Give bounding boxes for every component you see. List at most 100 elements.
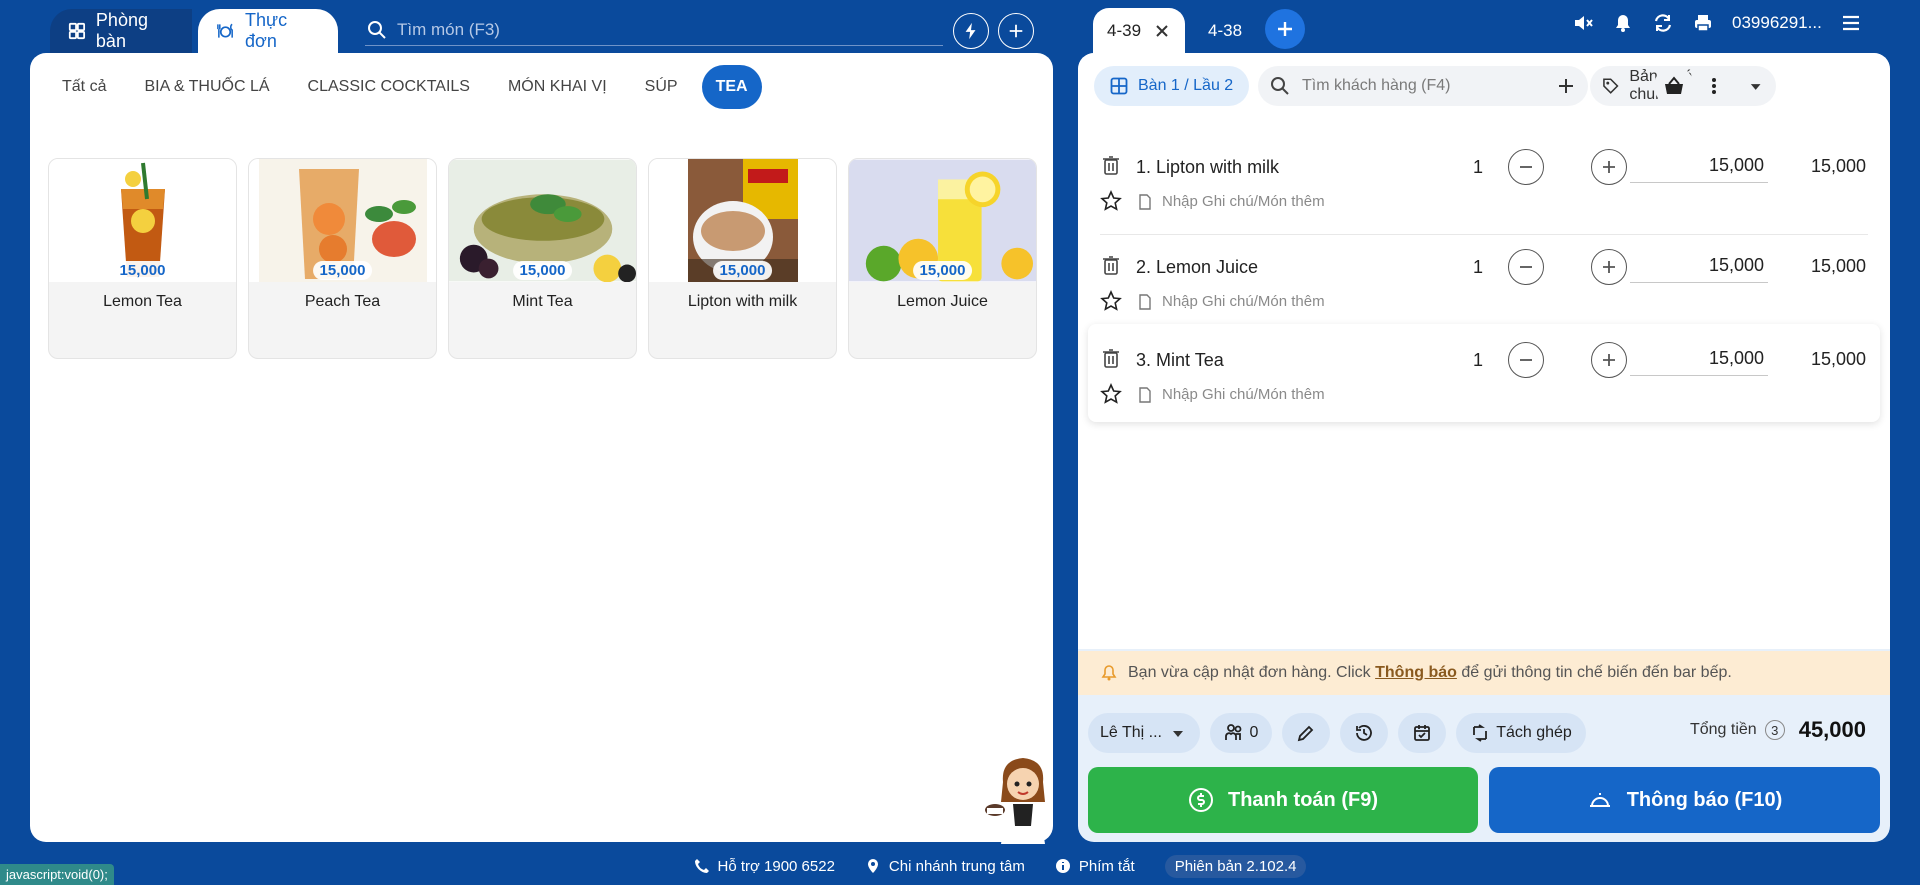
staff-dropdown[interactable]: Lê Thị ... bbox=[1088, 713, 1200, 753]
table-selector[interactable]: Bàn 1 / Lầu 2 bbox=[1094, 66, 1250, 106]
decrease-qty-button[interactable] bbox=[1508, 249, 1544, 285]
notice-link[interactable]: Thông báo bbox=[1375, 664, 1457, 681]
increase-qty-button[interactable] bbox=[1591, 149, 1627, 185]
line-item-name: 2. Lemon Juice bbox=[1136, 257, 1259, 277]
product-name: Lemon Juice bbox=[897, 293, 988, 310]
restaurant-icon bbox=[217, 23, 233, 38]
mute-icon[interactable] bbox=[1572, 12, 1594, 34]
note-input[interactable]: Nhập Ghi chú/Món thêm bbox=[1138, 293, 1325, 310]
guest-count: 0 bbox=[1249, 724, 1259, 741]
calendar-check-icon bbox=[1414, 725, 1430, 741]
customer-search-placeholder: Tìm khách hàng (F4) bbox=[1302, 77, 1451, 94]
add-item-button[interactable] bbox=[998, 13, 1034, 49]
tab-rooms[interactable]: Phòng bàn bbox=[50, 9, 192, 53]
category-soup[interactable]: SÚP bbox=[631, 65, 692, 109]
line-item-price-input[interactable]: 15,000 bbox=[1630, 255, 1768, 283]
support-label: Hỗ trợ 1900 6522 bbox=[717, 857, 835, 875]
line-item-price-input[interactable]: 15,000 bbox=[1630, 348, 1768, 376]
category-cocktails[interactable]: CLASSIC COCKTAILS bbox=[294, 65, 484, 109]
printer-icon[interactable] bbox=[1692, 12, 1714, 34]
menu-search-placeholder: Tìm món (F3) bbox=[397, 19, 500, 39]
edit-button[interactable] bbox=[1282, 713, 1330, 753]
account-phone[interactable]: 03996291... bbox=[1732, 13, 1822, 33]
trash-icon[interactable] bbox=[1102, 255, 1120, 275]
category-beer[interactable]: BIA & THUỐC LÁ bbox=[130, 65, 283, 109]
version-label: Phiên bản 2.102.4 bbox=[1174, 857, 1297, 875]
order-tab[interactable]: 4-38 bbox=[1194, 8, 1256, 54]
product-card[interactable]: 15,000 Lipton with milk bbox=[648, 158, 837, 359]
notify-kitchen-button[interactable]: Thông báo (F10) bbox=[1489, 767, 1880, 833]
product-name: Lemon Tea bbox=[103, 293, 182, 310]
customer-search-input[interactable]: Tìm khách hàng (F4) bbox=[1258, 66, 1588, 106]
notice-text: Bạn vừa cập nhật đơn hàng. Click Thông b… bbox=[1128, 664, 1732, 682]
note-placeholder: Nhập Ghi chú/Món thêm bbox=[1162, 293, 1325, 310]
refresh-icon[interactable] bbox=[1652, 12, 1674, 34]
caret-down-icon bbox=[1173, 731, 1183, 737]
star-icon[interactable] bbox=[1100, 290, 1122, 312]
pay-label: Thanh toán (F9) bbox=[1228, 788, 1378, 811]
product-price: 15,000 bbox=[512, 261, 573, 280]
increase-qty-button[interactable] bbox=[1591, 342, 1627, 378]
line-item-qty[interactable]: 1 bbox=[1463, 257, 1493, 278]
trash-icon[interactable] bbox=[1102, 155, 1120, 175]
product-name: Lipton with milk bbox=[687, 293, 798, 310]
plus-icon bbox=[1603, 354, 1615, 366]
product-card[interactable]: 15,000 Lemon Tea bbox=[48, 158, 237, 359]
category-appetizers[interactable]: MÓN KHAI VỊ bbox=[494, 65, 621, 109]
dollar-circle-icon bbox=[1189, 788, 1213, 812]
line-item-qty[interactable]: 1 bbox=[1463, 157, 1493, 178]
history-icon bbox=[1356, 725, 1372, 741]
order-line: 2. Lemon Juice Nhập Ghi chú/Món thêm 1 1… bbox=[1088, 237, 1880, 335]
hamburger-menu-icon[interactable] bbox=[1840, 12, 1862, 34]
product-card[interactable]: 15,000 Lemon Juice bbox=[848, 158, 1037, 359]
table-grid-icon bbox=[1110, 77, 1128, 95]
menu-search-input[interactable]: Tìm món (F3) bbox=[365, 14, 943, 46]
grid-icon bbox=[68, 22, 86, 40]
support-hotline[interactable]: Hỗ trợ 1900 6522 bbox=[694, 858, 835, 875]
star-icon[interactable] bbox=[1100, 190, 1122, 212]
line-item-total: 15,000 bbox=[1810, 156, 1866, 176]
category-tea[interactable]: TEA bbox=[701, 65, 762, 109]
line-item-name: 1. Lipton with milk bbox=[1136, 157, 1280, 177]
product-name: Mint Tea bbox=[512, 293, 573, 310]
product-card[interactable]: 15,000 Mint Tea bbox=[448, 158, 637, 359]
line-item-price-input[interactable]: 15,000 bbox=[1630, 155, 1768, 183]
branch-selector[interactable]: Chi nhánh trung tâm bbox=[865, 858, 1025, 875]
line-item-total: 15,000 bbox=[1810, 256, 1866, 276]
trash-icon[interactable] bbox=[1102, 348, 1120, 368]
split-merge-button[interactable]: Tách ghép bbox=[1456, 713, 1586, 753]
close-icon[interactable] bbox=[1155, 24, 1169, 38]
star-icon[interactable] bbox=[1100, 383, 1122, 405]
quick-add-button[interactable] bbox=[953, 13, 989, 49]
pay-button[interactable]: Thanh toán (F9) bbox=[1088, 767, 1478, 833]
note-placeholder: Nhập Ghi chú/Món thêm bbox=[1162, 386, 1325, 403]
note-input[interactable]: Nhập Ghi chú/Món thêm bbox=[1138, 386, 1325, 403]
tab-menu-label: Thực đơn bbox=[245, 10, 288, 51]
more-options-button[interactable] bbox=[1694, 66, 1734, 106]
line-item-qty[interactable]: 1 bbox=[1463, 350, 1493, 371]
decrease-qty-button[interactable] bbox=[1508, 342, 1544, 378]
note-input[interactable]: Nhập Ghi chú/Món thêm bbox=[1138, 193, 1325, 210]
order-tab-label: 4-38 bbox=[1208, 21, 1243, 40]
document-icon bbox=[1139, 386, 1151, 403]
category-all[interactable]: Tất cả bbox=[48, 65, 120, 109]
shortcuts-link[interactable]: Phím tắt bbox=[1055, 858, 1135, 875]
total-value: 45,000 bbox=[1798, 717, 1866, 742]
location-pin-icon bbox=[867, 859, 878, 873]
product-card[interactable]: 15,000 Peach Tea bbox=[248, 158, 437, 359]
add-order-button[interactable] bbox=[1265, 9, 1305, 49]
tab-menu[interactable]: Thực đơn bbox=[198, 9, 338, 53]
order-tab-active[interactable]: 4-39 bbox=[1093, 8, 1185, 54]
add-customer-icon[interactable] bbox=[1556, 76, 1576, 96]
note-placeholder: Nhập Ghi chú/Món thêm bbox=[1162, 193, 1325, 210]
history-button[interactable] bbox=[1340, 713, 1388, 753]
split-icon bbox=[1473, 724, 1488, 742]
bell-icon[interactable] bbox=[1612, 12, 1634, 34]
guest-count-button[interactable]: 0 bbox=[1210, 713, 1272, 753]
decrease-qty-button[interactable] bbox=[1508, 149, 1544, 185]
increase-qty-button[interactable] bbox=[1591, 249, 1627, 285]
basket-button[interactable] bbox=[1654, 66, 1694, 106]
order-line-selected: 3. Mint Tea Nhập Ghi chú/Món thêm 1 15,0… bbox=[1088, 324, 1880, 422]
document-icon bbox=[1139, 193, 1151, 210]
schedule-button[interactable] bbox=[1398, 713, 1446, 753]
